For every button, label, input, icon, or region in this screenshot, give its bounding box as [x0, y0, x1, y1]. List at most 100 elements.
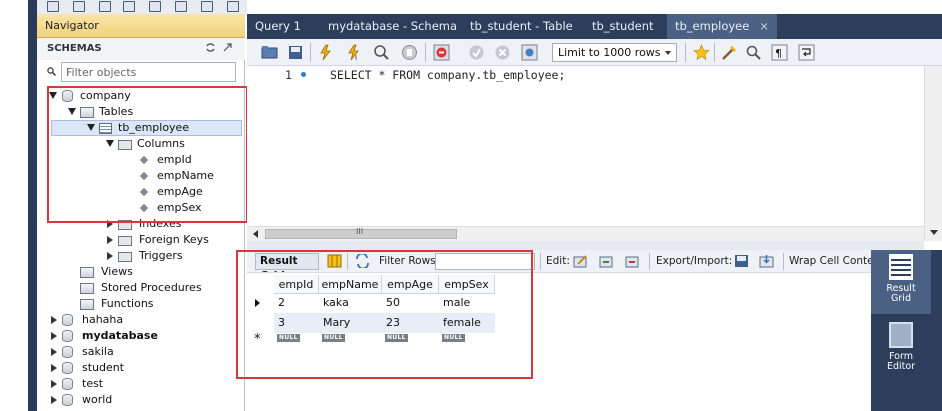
- scrollbar-grip: III: [356, 227, 364, 236]
- side-label: Grid: [891, 293, 911, 304]
- expand-panel-icon[interactable]: [222, 42, 233, 53]
- beautify-icon[interactable]: [721, 44, 738, 61]
- result-grid-icon: [889, 254, 913, 280]
- tree-label: Triggers: [139, 249, 183, 262]
- editor-gutter: 1: [247, 66, 314, 226]
- invisible-chars-icon[interactable]: ¶: [771, 44, 788, 61]
- pane-splitter[interactable]: [247, 241, 924, 250]
- delete-row-icon[interactable]: [625, 254, 640, 268]
- wrap-lines-icon[interactable]: [798, 44, 815, 61]
- wrap-cell-content-label[interactable]: Wrap Cell Conten: [789, 255, 871, 267]
- database-icon: [62, 394, 73, 406]
- line-number: 1: [285, 68, 292, 82]
- sql-statement[interactable]: SELECT * FROM company.tb_employee;: [330, 68, 565, 82]
- collapsed-arrow-icon[interactable]: [51, 316, 57, 324]
- toolbar-separator: [783, 253, 784, 270]
- insert-row-icon[interactable]: [599, 254, 614, 268]
- open-sql-script-icon[interactable]: [73, 1, 85, 12]
- add-snippet-icon[interactable]: [693, 44, 710, 61]
- limit-rows-value: Limit to 1000 rows: [558, 46, 661, 59]
- result-side-panel: Result Grid Form Editor: [871, 250, 942, 411]
- close-icon[interactable]: ×: [759, 19, 769, 33]
- form-editor-view-button[interactable]: Form Editor: [871, 318, 931, 380]
- autocommit-icon[interactable]: [521, 44, 538, 61]
- tree-schema-mydatabase[interactable]: mydatabase: [37, 328, 237, 344]
- result-grid-view-button[interactable]: Result Grid: [871, 250, 931, 314]
- tab-tb-employee[interactable]: tb_employee ×: [667, 14, 777, 39]
- toolbar-separator: [425, 43, 426, 62]
- save-icon[interactable]: [287, 44, 304, 61]
- create-procedure-icon[interactable]: [201, 1, 213, 12]
- collapsed-arrow-icon[interactable]: [51, 332, 57, 340]
- tree-label: test: [82, 377, 104, 390]
- edit-row-icon[interactable]: [573, 254, 588, 268]
- tree-label: Foreign Keys: [139, 233, 209, 246]
- export-import-label: Export/Import:: [656, 255, 733, 267]
- tree-schema-hahaha[interactable]: hahaha: [37, 312, 237, 328]
- tree-schema-student[interactable]: student: [37, 360, 237, 376]
- tab-query-1[interactable]: Query 1: [247, 14, 309, 39]
- collapsed-arrow-icon[interactable]: [51, 380, 57, 388]
- search-table-icon[interactable]: [227, 1, 239, 12]
- tab-tb-student-table[interactable]: tb_student - Table: [462, 14, 581, 39]
- scrollbar-thumb[interactable]: III: [265, 227, 457, 239]
- editor-horizontal-scrollbar[interactable]: III: [247, 226, 924, 241]
- triggers-folder-icon: [118, 252, 132, 262]
- tree-schema-world[interactable]: world: [37, 392, 237, 408]
- stop-icon[interactable]: [401, 44, 418, 61]
- stop-on-error-icon[interactable]: [433, 44, 450, 61]
- tree-foreign-keys-folder[interactable]: Foreign Keys: [37, 232, 237, 248]
- execute-icon[interactable]: [317, 44, 334, 61]
- tree-views-folder[interactable]: Views: [37, 264, 237, 280]
- export-icon[interactable]: [734, 254, 749, 268]
- collapsed-arrow-icon[interactable]: [107, 252, 113, 260]
- tree-schema-sakila[interactable]: sakila: [37, 344, 237, 360]
- tab-mydatabase-schema[interactable]: mydatabase - Schema: [320, 14, 465, 39]
- open-folder-icon[interactable]: [261, 44, 278, 61]
- filter-objects-input[interactable]: [61, 62, 236, 82]
- editor-vertical-scrollbar[interactable]: [924, 66, 942, 241]
- import-icon[interactable]: [759, 254, 774, 268]
- tree-label: world: [82, 393, 113, 406]
- create-view-icon[interactable]: [175, 1, 187, 12]
- stored-procedures-folder-icon: [80, 283, 94, 294]
- editor-tabs-bar: Query 1 mydatabase - Schema tb_student -…: [247, 14, 942, 39]
- new-sql-tab-icon[interactable]: [47, 1, 59, 12]
- schemas-label: SCHEMAS: [47, 43, 102, 54]
- navigator-header: Navigator: [37, 14, 245, 38]
- collapsed-arrow-icon[interactable]: [51, 396, 57, 404]
- scroll-left-icon[interactable]: [253, 230, 258, 238]
- execute-current-icon[interactable]: I: [345, 44, 362, 61]
- side-label: Editor: [886, 361, 916, 372]
- rollback-icon[interactable]: [494, 44, 511, 61]
- views-folder-icon: [80, 267, 94, 278]
- database-icon: [62, 362, 73, 374]
- highlight-box-grid: [236, 250, 533, 379]
- collapsed-arrow-icon[interactable]: [51, 348, 57, 356]
- edit-label: Edit:: [546, 255, 570, 267]
- collapsed-arrow-icon[interactable]: [107, 236, 113, 244]
- toolbar-separator: [310, 43, 311, 62]
- refresh-icon[interactable]: [205, 42, 216, 53]
- create-schema-icon[interactable]: [123, 1, 135, 12]
- explain-icon[interactable]: [373, 44, 390, 61]
- tree-triggers-folder[interactable]: Triggers: [37, 248, 237, 264]
- tree-label: Views: [101, 265, 133, 278]
- sql-editor[interactable]: 1 SELECT * FROM company.tb_employee;: [247, 66, 924, 226]
- collapsed-arrow-icon[interactable]: [51, 364, 57, 372]
- commit-icon[interactable]: [468, 44, 485, 61]
- info-icon[interactable]: [99, 1, 111, 12]
- tree-schema-test[interactable]: test: [37, 376, 237, 392]
- navigator-title: Navigator: [45, 19, 99, 32]
- scroll-down-icon[interactable]: [930, 230, 938, 235]
- search-icon: [47, 67, 56, 76]
- tree-label: student: [82, 361, 125, 374]
- tree-functions-folder[interactable]: Functions: [37, 296, 237, 312]
- create-table-icon[interactable]: [149, 1, 161, 12]
- tree-stored-procedures-folder[interactable]: Stored Procedures: [37, 280, 237, 296]
- find-replace-icon[interactable]: [745, 44, 762, 61]
- limit-rows-select[interactable]: Limit to 1000 rows: [552, 43, 677, 62]
- statement-marker-icon: [301, 72, 306, 77]
- chevron-down-icon: [665, 51, 671, 55]
- tab-tb-student[interactable]: tb_student: [584, 14, 662, 39]
